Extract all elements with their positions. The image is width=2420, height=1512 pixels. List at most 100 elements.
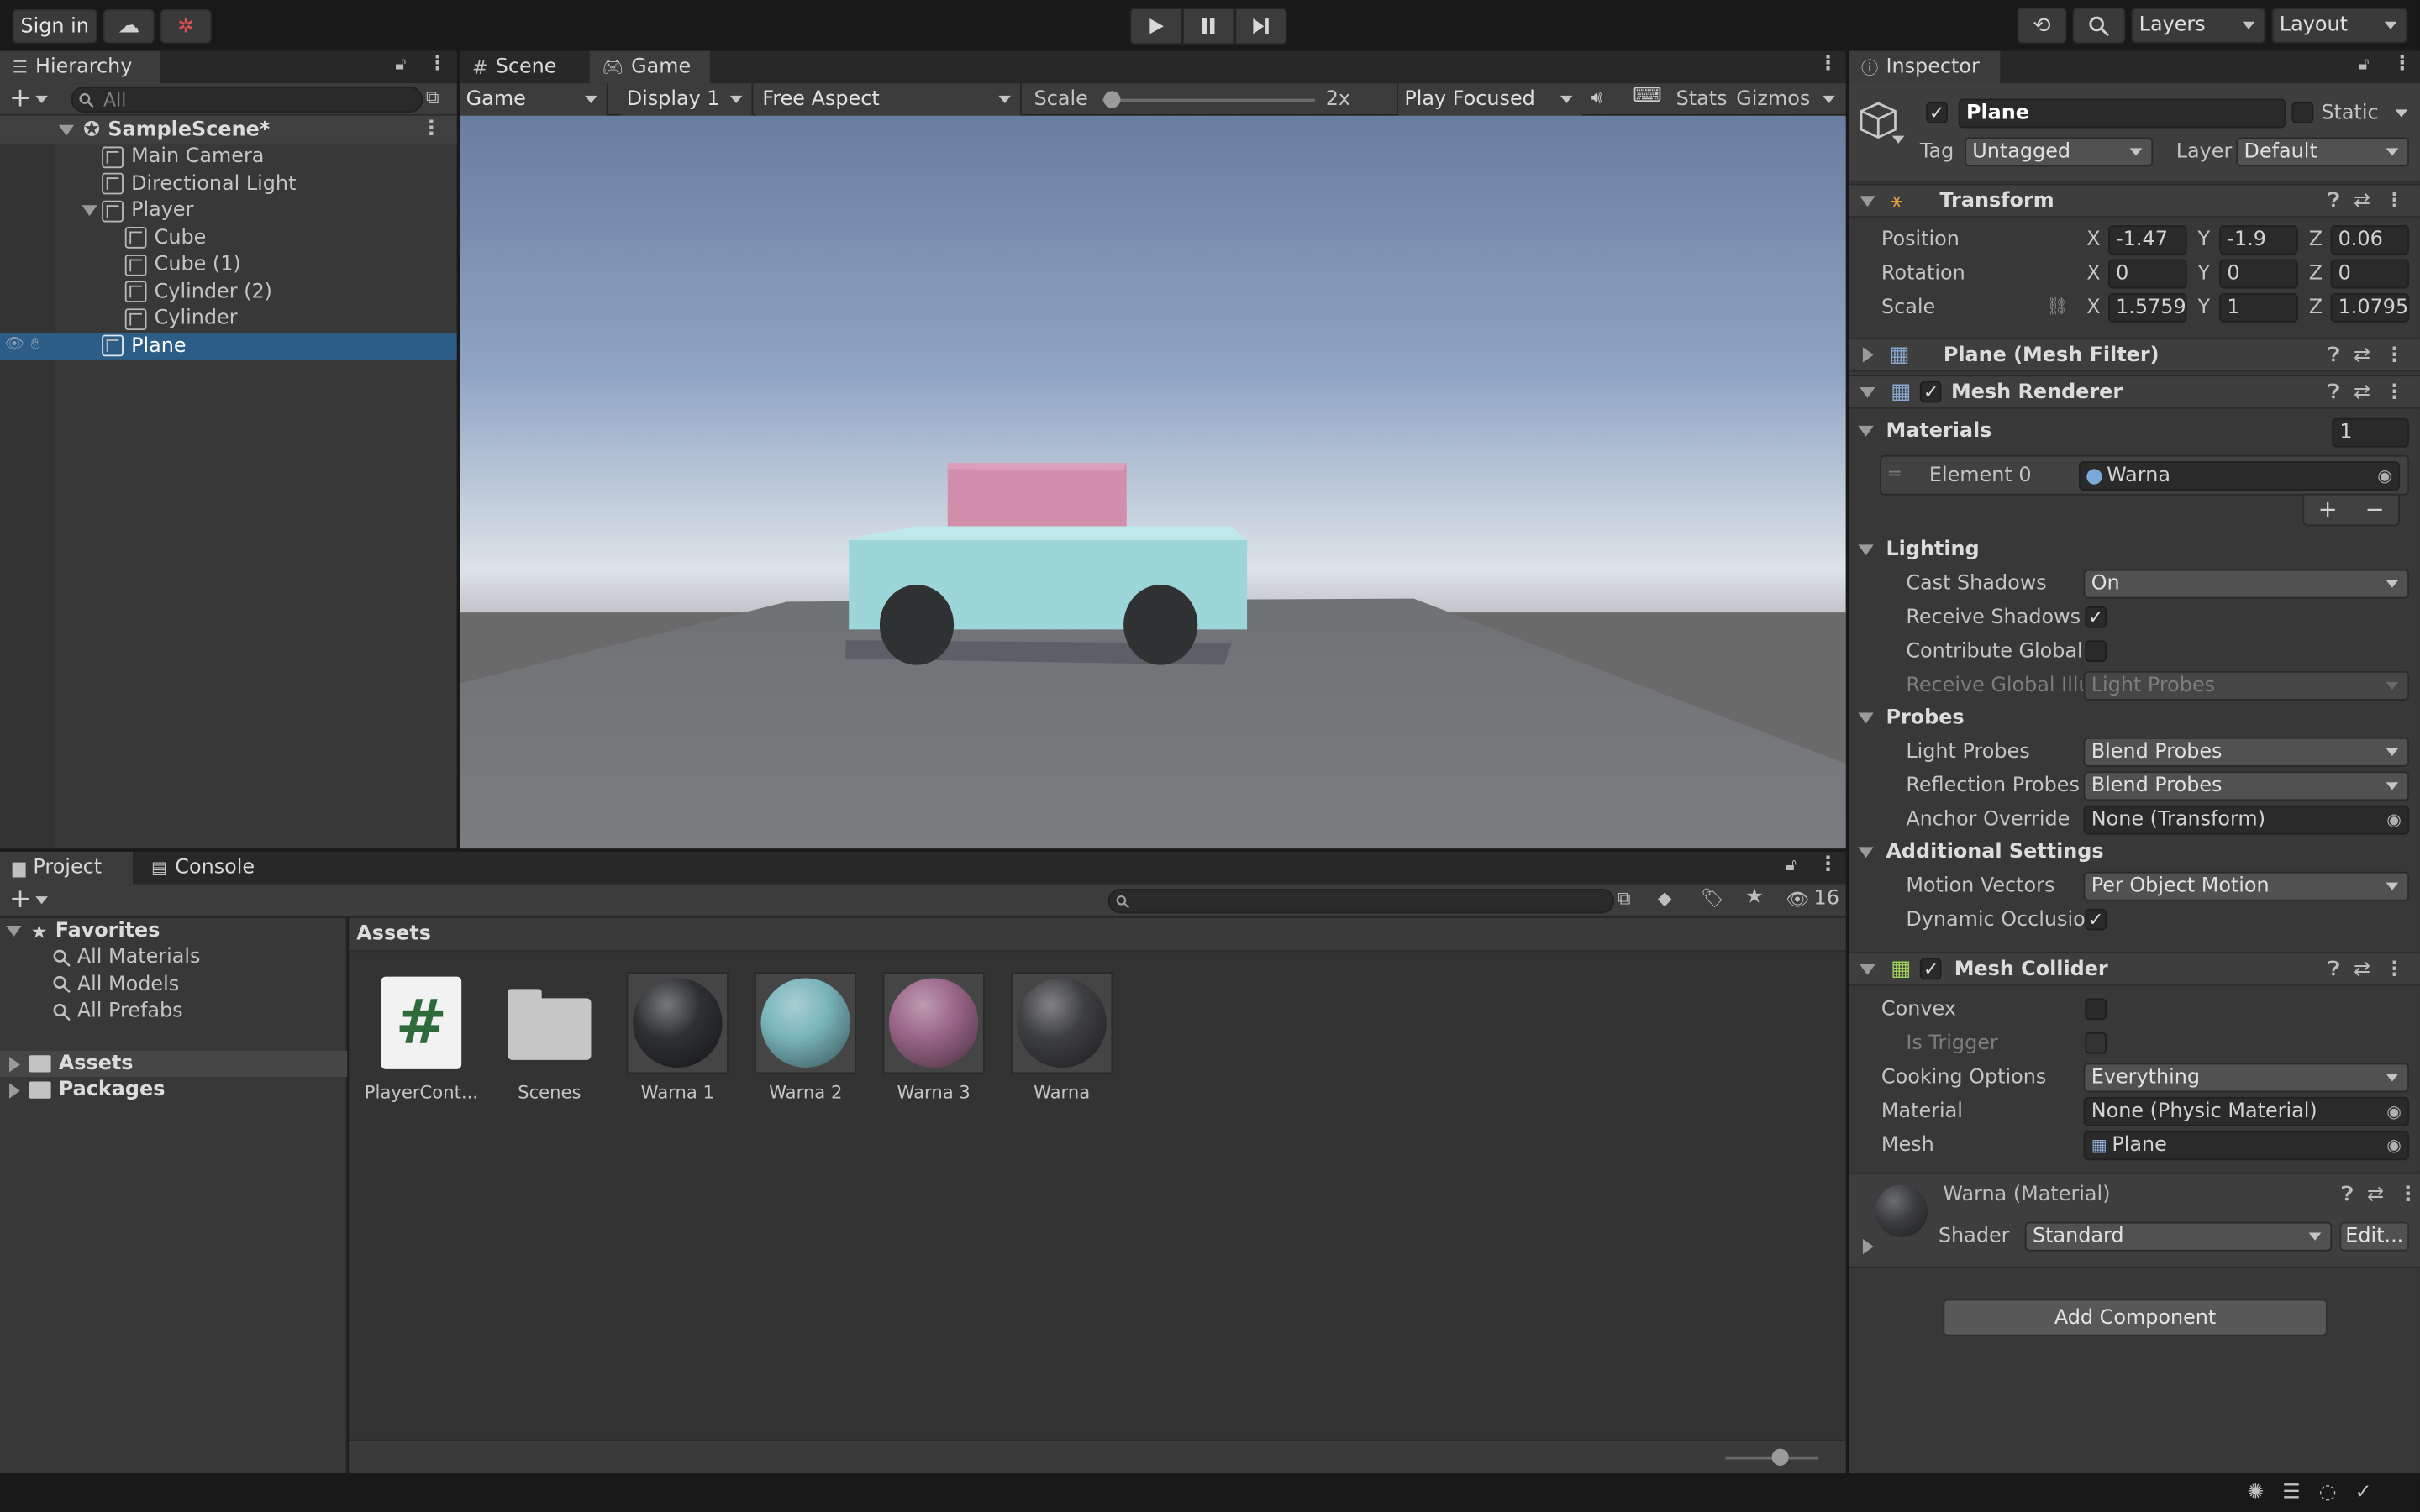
search-button[interactable] [2072,8,2126,44]
stats-button[interactable]: Stats [1676,88,1728,112]
lock-icon[interactable]: 🔓︎ [395,54,406,76]
component-header-mesh-collider[interactable]: ▦ ✓ Mesh Collider ❓︎ ⇄ ⋮ [1849,952,2420,986]
list-item[interactable]: All Materials [52,944,200,971]
light-probes-dropdown[interactable]: Blend Probes [2083,737,2410,767]
object-name-input[interactable]: Plane [1958,98,2286,129]
anchor-override-field[interactable]: None (Transform) ◉ [2083,805,2410,835]
expand-icon[interactable] [1862,1238,1874,1255]
drag-handle-icon[interactable]: ═ [1889,463,1900,485]
position-y-field[interactable]: -1.9 [2219,225,2298,255]
check-icon[interactable]: ✓ [2355,1481,2372,1504]
more-icon[interactable]: ⋮ [421,118,441,141]
help-icon[interactable]: ❓︎ [2341,1184,2353,1207]
rotation-x-field[interactable]: 0 [2107,259,2187,289]
asset-tile[interactable]: # PlayerCont... [365,972,478,1103]
more-icon[interactable]: ⋮ [1818,52,1839,76]
game-mode-dropdown[interactable]: Game [460,83,608,116]
scale-z-field[interactable]: 1.0795 [2330,292,2410,323]
list-item[interactable]: Main Camera [0,144,457,171]
asset-tile[interactable]: Warna 3 [880,972,988,1103]
favorites-row[interactable]: ★ Favorites [0,918,347,944]
more-icon[interactable]: ⋮ [2385,958,2405,982]
more-icon[interactable]: ⋮ [2385,190,2405,213]
folder-row-assets[interactable]: Assets [0,1050,348,1078]
more-icon[interactable]: ⋮ [428,52,448,76]
object-picker-icon[interactable]: ◉ [2386,1136,2402,1156]
layout-dropdown[interactable]: Layout [2271,8,2408,44]
help-icon[interactable]: ❓︎ [2328,344,2339,368]
list-item[interactable]: Player [0,197,457,224]
history-button[interactable]: ⟲ [2017,8,2067,44]
folder-row-packages[interactable]: Packages [0,1077,347,1103]
more-icon[interactable]: ⋮ [1818,853,1839,877]
hierarchy-add-button[interactable]: + [9,86,49,113]
probes-foldout[interactable]: Probes [1858,706,1965,730]
rotation-y-field[interactable]: 0 [2219,259,2298,289]
contribute-gi-checkbox[interactable] [2085,640,2107,662]
mesh-collider-enabled-checkbox[interactable]: ✓ [1920,958,1942,980]
list-item[interactable]: Cylinder [0,306,457,333]
component-header-mesh-renderer[interactable]: ▦ ✓ Mesh Renderer ❓︎ ⇄ ⋮ [1849,375,2420,409]
gizmos-dropdown[interactable]: Gizmos [1736,83,1844,116]
more-icon[interactable]: ⋮ [2385,344,2405,368]
help-icon[interactable]: ❓︎ [2328,958,2339,982]
link-icon[interactable]: ⛓︎ [2046,297,2068,317]
layers-dropdown[interactable]: Layers [2131,8,2266,44]
breadcrumb[interactable]: Assets [356,922,431,946]
star-icon[interactable]: ★ [1745,885,1763,909]
list-item[interactable]: Cube [0,224,457,251]
layer-dropdown[interactable]: Default [2236,137,2410,167]
cast-shadows-dropdown[interactable]: On [2083,569,2410,599]
object-picker-icon[interactable]: ◉ [2377,466,2392,486]
mesh-renderer-enabled-checkbox[interactable]: ✓ [1920,381,1942,403]
asset-tile[interactable]: Warna 1 [623,972,732,1103]
help-icon[interactable]: ❓︎ [2328,190,2339,213]
more-icon[interactable]: ⋮ [2385,381,2405,405]
chevron-down-icon[interactable] [1891,135,1905,144]
physic-material-field[interactable]: None (Physic Material) ◉ [2083,1096,2410,1126]
scale-slider-thumb[interactable] [1102,91,1120,108]
debug-icon[interactable]: ✺ [2247,1481,2264,1504]
tab-game[interactable]: 🎮︎ Game [589,50,710,84]
chevron-down-icon[interactable] [2395,109,2408,118]
cache-icon[interactable]: ☰ [2282,1481,2300,1504]
aspect-dropdown[interactable]: Free Aspect [755,83,1022,116]
asset-tile[interactable]: Scenes [496,972,604,1103]
preset-icon[interactable]: ⇄ [2367,1184,2384,1207]
play-button[interactable] [1129,8,1182,45]
scale-y-field[interactable]: 1 [2219,292,2298,323]
list-item[interactable]: Cube (1) [0,251,457,278]
pick-icon[interactable]: ✋︎ [31,335,39,352]
receive-shadows-checkbox[interactable]: ✓ [2085,606,2107,628]
active-checkbox[interactable]: ✓ [1926,102,1948,123]
dynamic-occlusion-checkbox[interactable]: ✓ [2085,908,2107,931]
tag-dropdown[interactable]: Untagged [1965,137,2154,167]
tab-inspector[interactable]: ⓘ Inspector [1849,50,2001,84]
element0-field[interactable]: Warna ◉ [2079,461,2401,491]
shader-dropdown[interactable]: Standard [2024,1221,2333,1252]
hierarchy-search-input[interactable]: All [71,86,424,113]
edit-shader-button[interactable]: Edit... [2339,1221,2410,1252]
additional-settings-foldout[interactable]: Additional Settings [1858,841,2104,864]
audio-icon[interactable]: 🔊︎ [1591,87,1603,110]
more-icon[interactable]: ⋮ [2392,52,2412,76]
step-button[interactable] [1234,8,1287,45]
list-item[interactable]: All Prefabs [52,998,200,1025]
list-item[interactable]: All Models [52,971,200,998]
visibility-icon[interactable]: 👁︎ [5,335,24,352]
game-viewport[interactable] [460,115,1846,849]
preset-icon[interactable]: ⇄ [2354,381,2370,405]
position-x-field[interactable]: -1.47 [2107,225,2187,255]
preset-icon[interactable]: ⇄ [2354,958,2370,982]
search-options-icon[interactable]: ⧉ [426,87,439,110]
preset-icon[interactable]: ⇄ [2354,190,2370,213]
more-icon[interactable]: ⋮ [2398,1184,2418,1207]
object-picker-icon[interactable]: ◉ [2386,810,2402,830]
rotation-z-field[interactable]: 0 [2330,259,2410,289]
icon-size-slider-thumb[interactable] [1771,1448,1789,1466]
progress-icon[interactable]: ◌ [2319,1481,2337,1504]
reflection-probes-dropdown[interactable]: Blend Probes [2083,771,2410,801]
tab-hierarchy[interactable]: ☰ Hierarchy [0,50,161,84]
search-options-icon[interactable]: ⧉ [1618,887,1631,911]
project-search-input[interactable] [1107,888,1615,914]
